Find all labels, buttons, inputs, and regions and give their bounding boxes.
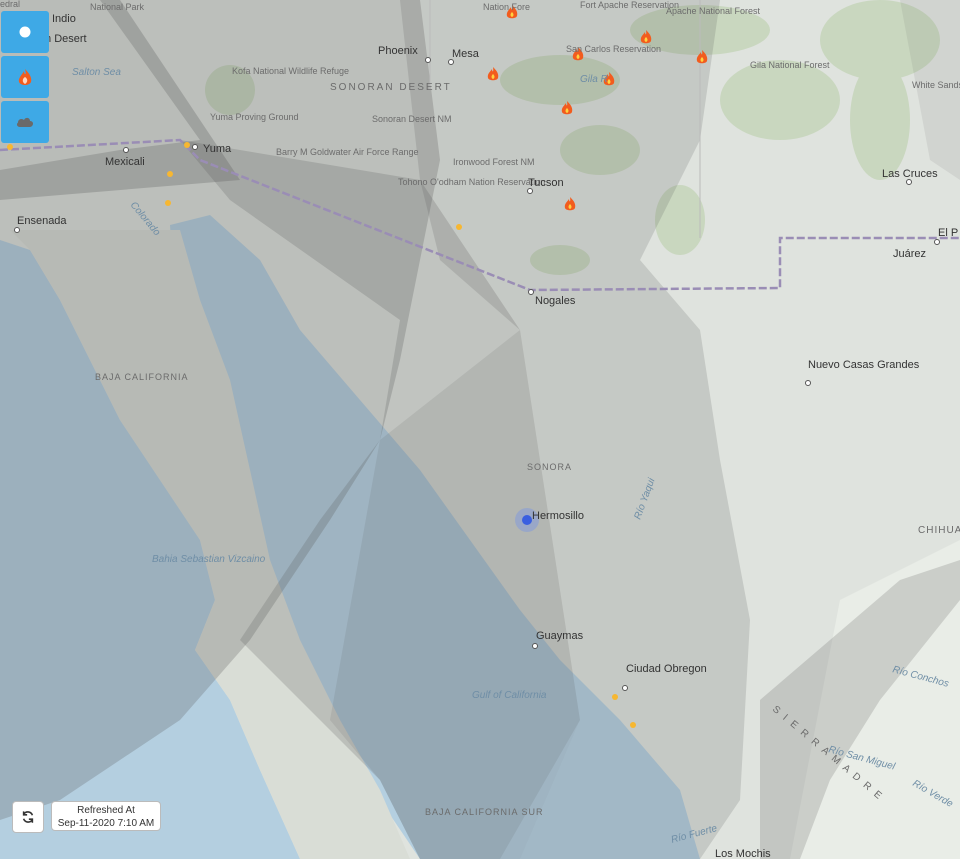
label-salton-sea: Salton Sea (72, 67, 121, 78)
label-edral: edral (0, 0, 20, 9)
label-gila-r: Gila R (580, 74, 608, 85)
label-mesa: Mesa (452, 48, 480, 60)
label-ciudad-obregon: Ciudad Obregon (626, 663, 707, 675)
label-los-mochis: Los Mochis (715, 848, 771, 859)
label-baja-california: BAJA CALIFORNIA (95, 372, 189, 382)
hotspot-dot (184, 142, 190, 148)
label-san-carlos: San Carlos Reservation (566, 44, 661, 54)
label-national-park: National Park (90, 2, 145, 12)
label-sonora: SONORA (527, 462, 572, 472)
refresh-title: Refreshed At (77, 805, 135, 816)
label-tohono: Tohono O'odham Nation Reservation (398, 177, 545, 187)
refresh-status: Refreshed At Sep-11-2020 7:10 AM (51, 801, 161, 831)
label-white-sands: White Sands Missile Range (912, 80, 960, 90)
fires-layer-button[interactable] (1, 56, 49, 98)
label-el-p: El P (938, 227, 958, 239)
circle-icon (19, 26, 31, 38)
label-nogales: Nogales (535, 295, 576, 307)
label-juarez: Juárez (893, 248, 926, 260)
label-sonoran-desert: SONORAN DESERT (330, 82, 452, 93)
refresh-icon (22, 811, 34, 823)
label-barry: Barry M Goldwater Air Force Range (276, 147, 419, 157)
label-sonoran-nm: Sonoran Desert NM (372, 114, 452, 124)
location-layer-button[interactable] (1, 11, 49, 53)
label-bahia: Bahia Sebastian Vizcaino (152, 554, 266, 565)
hotspot-dot (456, 224, 462, 230)
refresh-timestamp: Sep-11-2020 7:10 AM (57, 818, 155, 829)
hotspot-dot (165, 200, 171, 206)
hotspot-dot (7, 144, 13, 150)
label-fort-apache: Fort Apache Reservation (580, 0, 679, 10)
label-yuma-proving: Yuma Proving Ground (210, 112, 299, 122)
label-gila-nf: Gila National Forest (750, 60, 830, 70)
label-indio: Indio (52, 13, 76, 25)
label-las-cruces: Las Cruces (882, 168, 938, 180)
label-baja-sur: BAJA CALIFORNIA SUR (425, 807, 544, 817)
label-mexicali: Mexicali (105, 156, 145, 168)
fire-icon (18, 69, 32, 85)
label-hermosillo: Hermosillo (532, 510, 584, 522)
label-ironwood: Ironwood Forest NM (453, 157, 535, 167)
label-kofa: Kofa National Wildlife Refuge (232, 66, 349, 76)
label-yuma: Yuma (203, 143, 232, 155)
refresh-button[interactable] (12, 801, 44, 833)
label-ensenada: Ensenada (17, 215, 67, 227)
cloud-icon (16, 117, 34, 127)
label-phoenix: Phoenix (378, 45, 418, 57)
label-nuevo-casas: Nuevo Casas Grandes (808, 359, 920, 371)
smoke-layer-button[interactable] (1, 101, 49, 143)
map-canvas[interactable]: edral Indio m Desert Salton Sea Phoenix … (0, 0, 960, 859)
hotspot-dot (630, 722, 636, 728)
label-tucson: Tucson (528, 177, 564, 189)
hotspot-dot (167, 171, 173, 177)
label-nation-fore: Nation Fore (483, 2, 530, 12)
label-guaymas: Guaymas (536, 630, 584, 642)
hotspot-dot (612, 694, 618, 700)
label-chihua: CHIHUA (918, 525, 960, 536)
label-gulf: Gulf of California (472, 690, 547, 701)
label-apache-nf: Apache National Forest (666, 6, 761, 16)
